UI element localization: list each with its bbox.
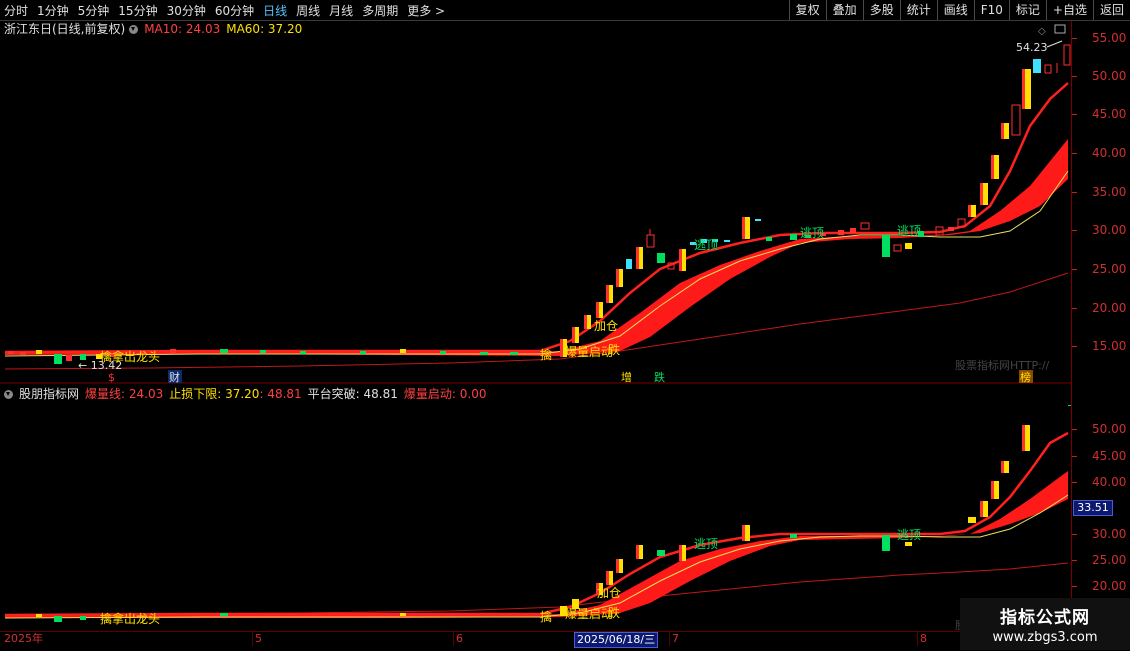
sub-burst-start-signal: 爆量启动: [565, 607, 613, 621]
high-price-label: 54.23: [1016, 41, 1048, 54]
overlay-button[interactable]: 叠加: [825, 0, 863, 20]
draw-line-button[interactable]: 画线: [936, 0, 974, 20]
marker-finance[interactable]: 财: [169, 370, 180, 384]
sub-chase-signal: 跌: [608, 605, 620, 620]
period-tabs: 分时 1分钟 5分钟 15分钟 30分钟 60分钟 日线 周线 月线 多周期 更…: [4, 0, 454, 20]
sub-price-label: 20.00: [1092, 579, 1127, 593]
sub-escape-top-signal-2: 逃顶: [897, 528, 921, 542]
ma10-line: [4, 82, 1069, 354]
kline-chart[interactable]: ◇ 54.23 ← 13.42 擒拿出龙头 擒 爆量启动 跌 加仓 逃顶 逃顶 …: [0, 21, 1072, 651]
tab-multi-period[interactable]: 多周期: [362, 2, 398, 19]
watermark-url: www.zbgs3.com: [992, 630, 1098, 645]
mark-button[interactable]: 标记: [1008, 0, 1046, 20]
site-watermark: 指标公式网 www.zbgs3.com: [960, 598, 1130, 650]
marker-list[interactable]: 榜: [1020, 370, 1031, 384]
add-position-signal: 加仓: [594, 319, 618, 333]
selected-date-tag[interactable]: 2025/06/18/三: [574, 632, 659, 648]
sub-yellow-line: [4, 494, 1069, 619]
sub-candles: [36, 405, 1071, 622]
tab-intraday[interactable]: 分时: [4, 2, 28, 19]
price-label: 45.00: [1092, 107, 1127, 121]
date-axis: 2025年 5 6 2025/06/18/三 7 8: [0, 631, 1072, 648]
tab-30min[interactable]: 30分钟: [167, 2, 206, 19]
sub-price-label: 45.00: [1092, 449, 1127, 463]
escape-top-signal-3: 逃顶: [897, 224, 921, 238]
diamond-icon[interactable]: ◇: [1038, 26, 1046, 37]
catch-signal: 擒: [540, 347, 552, 362]
month-label: 7: [672, 632, 679, 645]
price-label: 20.00: [1092, 301, 1127, 315]
sub-price-label: 40.00: [1092, 475, 1127, 489]
add-watchlist-button[interactable]: +自选: [1045, 0, 1093, 20]
price-label: 40.00: [1092, 146, 1127, 160]
tab-1min[interactable]: 1分钟: [37, 2, 69, 19]
tab-monthly[interactable]: 月线: [329, 2, 353, 19]
adjust-button[interactable]: 复权: [788, 0, 826, 20]
toolbar-buttons: 复权 叠加 多股 统计 画线 F10 标记 +自选 返回: [788, 0, 1130, 20]
marker-fall[interactable]: 跌: [654, 370, 665, 384]
catch-dragon-signal: 擒拿出龙头: [100, 349, 160, 364]
source-watermark: 股票指标网HTTP://: [955, 358, 1050, 372]
price-label: 55.00: [1092, 31, 1127, 45]
price-label: 30.00: [1092, 223, 1127, 237]
sub-ma-line: [4, 431, 1069, 617]
sub-escape-top-signal-1: 逃顶: [694, 537, 718, 551]
sub-catch-signal: 擒: [540, 609, 552, 624]
burst-start-signal: 爆量启动: [565, 345, 613, 359]
sub-add-position-signal: 加仓: [597, 586, 621, 600]
toolbar: 分时 1分钟 5分钟 15分钟 30分钟 60分钟 日线 周线 月线 多周期 更…: [0, 0, 1130, 21]
statistics-button[interactable]: 统计: [899, 0, 937, 20]
price-label: 25.00: [1092, 262, 1127, 276]
price-label: 50.00: [1092, 69, 1127, 83]
month-label: 8: [920, 632, 927, 645]
escape-top-signal-1: 逃顶: [694, 238, 718, 252]
current-price-tag: 33.51: [1073, 500, 1113, 516]
tab-weekly[interactable]: 周线: [296, 2, 320, 19]
tab-5min[interactable]: 5分钟: [78, 2, 110, 19]
tab-15min[interactable]: 15分钟: [118, 2, 157, 19]
tab-more[interactable]: 更多 >: [407, 2, 445, 19]
sub-long-ma-line: [4, 562, 1069, 616]
sub-catch-dragon-signal: 擒拿出龙头: [100, 611, 160, 626]
chase-signal: 跌: [608, 342, 620, 357]
watermark-title: 指标公式网: [1000, 608, 1090, 628]
sub-price-label: 30.00: [1092, 527, 1127, 541]
month-label: 5: [255, 632, 262, 645]
price-label: 35.00: [1092, 185, 1127, 199]
sub-price-label: 25.00: [1092, 553, 1127, 567]
marker-increase[interactable]: 增: [621, 370, 632, 384]
back-button[interactable]: 返回: [1092, 0, 1130, 20]
sub-price-label: 50.00: [1092, 422, 1127, 436]
marker-dollar[interactable]: $: [108, 371, 115, 384]
f10-button[interactable]: F10: [973, 0, 1009, 20]
yellow-line: [4, 170, 1069, 357]
price-label: 15.00: [1092, 339, 1127, 353]
main-price-axis: 55.00 50.00 45.00 40.00 35.00 30.00 25.0…: [1072, 21, 1130, 383]
high-arrow: [1046, 40, 1063, 48]
month-label: 6: [456, 632, 463, 645]
year-label: 2025年: [4, 632, 43, 645]
layout-toggle-icon[interactable]: [1054, 24, 1066, 34]
tab-daily[interactable]: 日线: [263, 2, 287, 19]
multi-stock-button[interactable]: 多股: [862, 0, 900, 20]
escape-top-signal-2: 逃顶: [800, 226, 824, 240]
tab-60min[interactable]: 60分钟: [215, 2, 254, 19]
